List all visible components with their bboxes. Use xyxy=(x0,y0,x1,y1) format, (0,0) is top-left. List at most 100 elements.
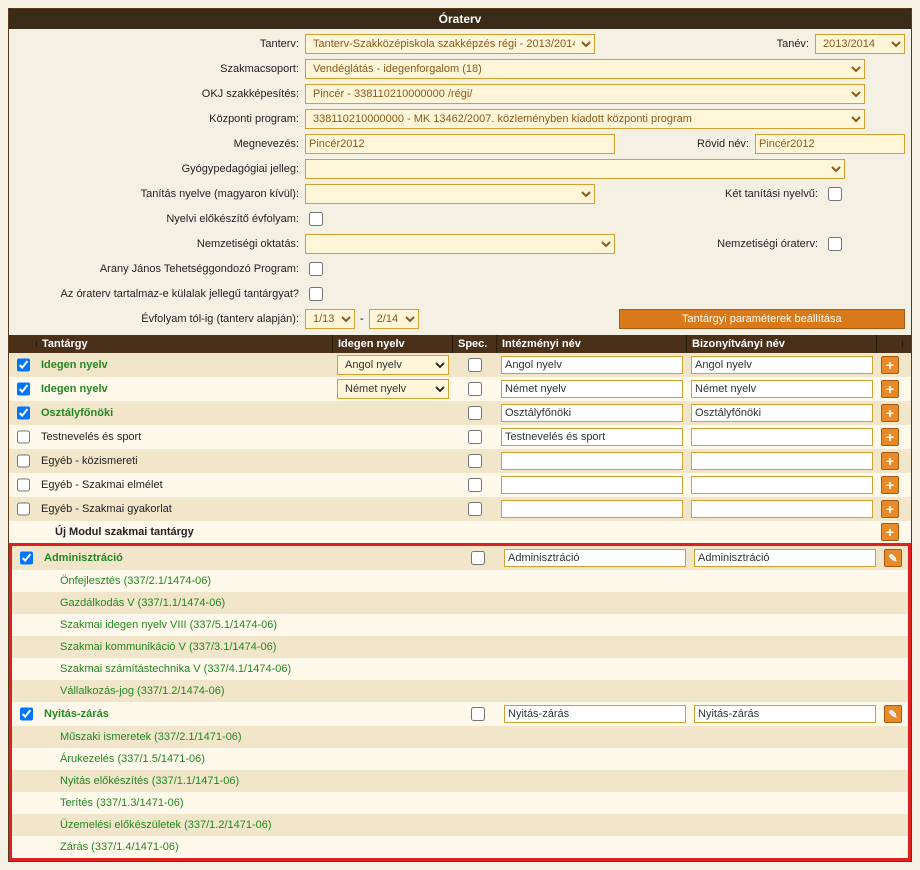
certificate-name-input[interactable] xyxy=(691,476,873,494)
spec-checkbox[interactable] xyxy=(468,406,482,420)
institution-name-input[interactable] xyxy=(504,549,686,567)
subject-name[interactable]: Vállalkozás-jog (337/1.2/1474-06) xyxy=(44,685,225,697)
input-rovidnev[interactable] xyxy=(755,134,905,154)
certificate-name-input[interactable] xyxy=(694,549,876,567)
certificate-name-input[interactable] xyxy=(691,380,873,398)
add-button[interactable]: + xyxy=(881,356,899,374)
row-checkbox[interactable] xyxy=(20,551,33,565)
select-evfolyam-tol[interactable]: 1/13 xyxy=(305,309,355,329)
subject-name[interactable]: Műszaki ismeretek (337/2.1/1471-06) xyxy=(44,731,242,743)
select-tanterv[interactable]: Tanterv-Szakközépiskola szakképzés régi … xyxy=(305,34,595,54)
subject-name[interactable]: Árukezelés (337/1.5/1471-06) xyxy=(44,753,205,765)
chk-arany[interactable] xyxy=(309,262,323,276)
certificate-name-input[interactable] xyxy=(691,428,873,446)
add-button[interactable]: + xyxy=(881,500,899,518)
label-okj: OKJ szakképesítés: xyxy=(15,88,305,100)
subject-name[interactable]: Gazdálkodás V (337/1.1/1474-06) xyxy=(44,597,225,609)
chk-kulalak[interactable] xyxy=(309,287,323,301)
add-button[interactable]: + xyxy=(881,523,899,541)
language-select[interactable]: Német nyelv xyxy=(337,379,449,399)
subject-name[interactable]: Idegen nyelv xyxy=(41,359,108,371)
row-checkbox[interactable] xyxy=(17,382,30,396)
certificate-name-input[interactable] xyxy=(691,452,873,470)
spec-checkbox[interactable] xyxy=(471,707,485,721)
certificate-name-input[interactable] xyxy=(691,356,873,374)
certificate-name-input[interactable] xyxy=(691,500,873,518)
spec-checkbox[interactable] xyxy=(471,551,485,565)
language-select[interactable]: Angol nyelv xyxy=(337,355,449,375)
institution-name-input[interactable] xyxy=(501,476,683,494)
btn-targy-parameterek[interactable]: Tantárgyi paraméterek beállítása xyxy=(619,309,905,329)
label-arany: Arany János Tehetséggondozó Program: xyxy=(15,263,305,275)
row-checkbox[interactable] xyxy=(17,454,30,468)
label-tanterv: Tanterv: xyxy=(15,38,305,50)
oraterv-panel: Óraterv Tanterv: Tanterv-Szakközépiskola… xyxy=(8,8,912,862)
table-row: Terítés (337/1.3/1471-06) xyxy=(12,792,908,814)
add-button[interactable]: + xyxy=(881,476,899,494)
institution-name-input[interactable] xyxy=(504,705,686,723)
certificate-name-input[interactable] xyxy=(691,404,873,422)
subject-name[interactable]: Adminisztráció xyxy=(44,552,123,564)
select-szakmacsoport[interactable]: Vendéglátás - idegenforgalom (18) xyxy=(305,59,865,79)
add-button[interactable]: + xyxy=(881,404,899,422)
row-checkbox[interactable] xyxy=(17,502,30,516)
table-row: Vállalkozás-jog (337/1.2/1474-06) xyxy=(12,680,908,702)
select-tanitas-nyelve[interactable] xyxy=(305,184,595,204)
institution-name-input[interactable] xyxy=(501,500,683,518)
row-checkbox[interactable] xyxy=(17,358,30,372)
institution-name-input[interactable] xyxy=(501,404,683,422)
spec-checkbox[interactable] xyxy=(468,454,482,468)
row-checkbox[interactable] xyxy=(20,707,33,721)
subject-name[interactable]: Egyéb - Szakmai gyakorlat xyxy=(41,503,172,515)
subject-name[interactable]: Egyéb - Szakmai elmélet xyxy=(41,479,163,491)
chk-ket-nyelvu[interactable] xyxy=(828,187,842,201)
subject-name[interactable]: Idegen nyelv xyxy=(41,383,108,395)
subject-name[interactable]: Szakmai kommunikáció V (337/3.1/1474-06) xyxy=(44,641,276,653)
spec-checkbox[interactable] xyxy=(468,358,482,372)
select-tanev[interactable]: 2013/2014 xyxy=(815,34,905,54)
subject-name[interactable]: Osztályfőnöki xyxy=(41,407,113,419)
label-kulalak: Az óraterv tartalmaz-e külalak jellegű t… xyxy=(15,288,305,300)
subject-name[interactable]: Zárás (337/1.4/1471-06) xyxy=(44,841,179,853)
subject-name[interactable]: Nyitás-zárás xyxy=(44,708,109,720)
edit-button[interactable]: ✎ xyxy=(884,705,902,723)
subject-name[interactable]: Új Modul szakmai tantárgy xyxy=(41,526,194,538)
subject-name[interactable]: Terítés (337/1.3/1471-06) xyxy=(44,797,184,809)
table-row: Nyitás-zárás ✎ xyxy=(12,702,908,726)
add-button[interactable]: + xyxy=(881,452,899,470)
add-button[interactable]: + xyxy=(881,380,899,398)
subject-name[interactable]: Szakmai számítástechnika V (337/4.1/1474… xyxy=(44,663,291,675)
select-kozponti[interactable]: 338110210000000 - MK 13462/2007. közlemé… xyxy=(305,109,865,129)
institution-name-input[interactable] xyxy=(501,380,683,398)
form-section: Tanterv: Tanterv-Szakközépiskola szakkép… xyxy=(9,29,911,335)
institution-name-input[interactable] xyxy=(501,428,683,446)
institution-name-input[interactable] xyxy=(501,452,683,470)
subject-name[interactable]: Önfejlesztés (337/2.1/1474-06) xyxy=(44,575,211,587)
spec-checkbox[interactable] xyxy=(468,430,482,444)
row-checkbox[interactable] xyxy=(17,406,30,420)
certificate-name-input[interactable] xyxy=(694,705,876,723)
row-checkbox[interactable] xyxy=(17,478,30,492)
label-rovidnev: Rövid név: xyxy=(697,138,755,150)
subject-name[interactable]: Nyitás előkészítés (337/1.1/1471-06) xyxy=(44,775,239,787)
add-button[interactable]: + xyxy=(881,428,899,446)
select-gyogyped[interactable] xyxy=(305,159,845,179)
table-row: Üzemelési előkészületek (337/1.2/1471-06… xyxy=(12,814,908,836)
subject-name[interactable]: Szakmai idegen nyelv VIII (337/5.1/1474-… xyxy=(44,619,277,631)
subject-name[interactable]: Testnevelés és sport xyxy=(41,431,141,443)
institution-name-input[interactable] xyxy=(501,356,683,374)
chk-nyelvi-elokeszito[interactable] xyxy=(309,212,323,226)
table-row: Idegen nyelv Német nyelv + xyxy=(9,377,911,401)
spec-checkbox[interactable] xyxy=(468,382,482,396)
select-evfolyam-ig[interactable]: 2/14 xyxy=(369,309,419,329)
spec-checkbox[interactable] xyxy=(468,502,482,516)
chk-nemzetisegi-oraterv[interactable] xyxy=(828,237,842,251)
select-nemzetisegi[interactable] xyxy=(305,234,615,254)
spec-checkbox[interactable] xyxy=(468,478,482,492)
subject-name[interactable]: Üzemelési előkészületek (337/1.2/1471-06… xyxy=(44,819,272,831)
input-megnevezes[interactable] xyxy=(305,134,615,154)
subject-name[interactable]: Egyéb - közismereti xyxy=(41,455,138,467)
edit-button[interactable]: ✎ xyxy=(884,549,902,567)
select-okj[interactable]: Pincér - 338110210000000 /régi/ xyxy=(305,84,865,104)
row-checkbox[interactable] xyxy=(17,430,30,444)
